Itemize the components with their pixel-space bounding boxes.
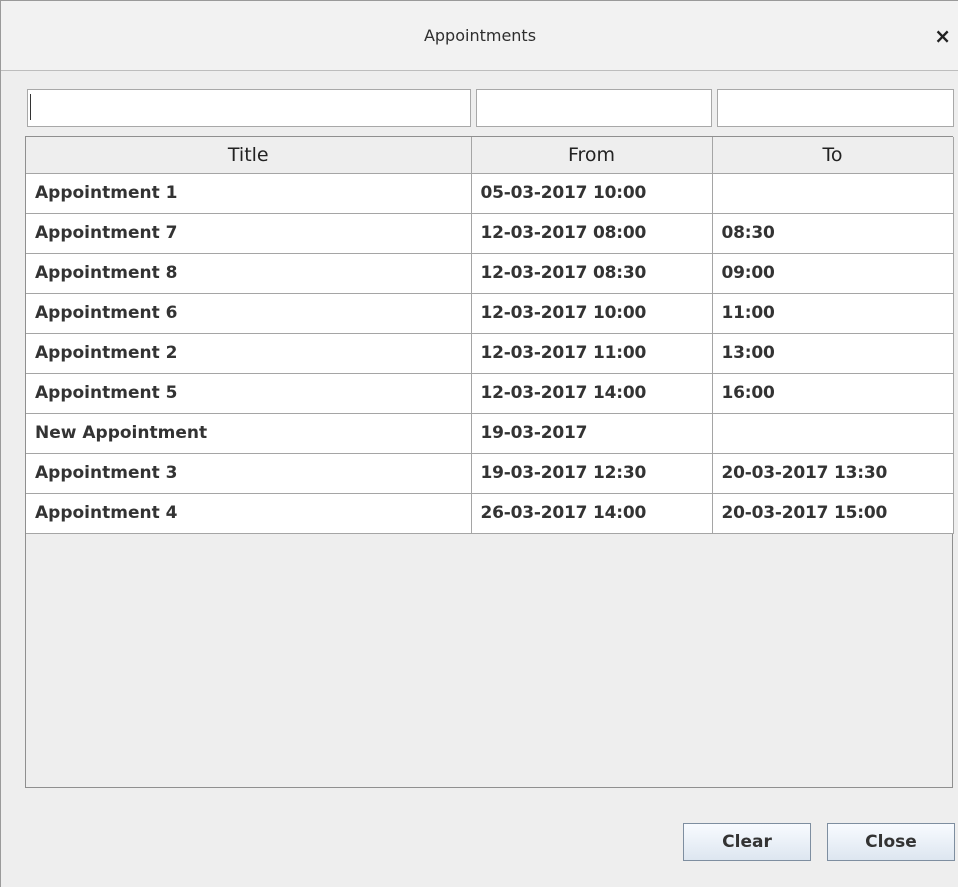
cell-from[interactable]: 12-03-2017 11:00 [471,333,713,374]
clear-button[interactable]: Clear [683,823,811,861]
text-cursor [30,94,31,120]
to-filter-input[interactable] [717,89,954,127]
cell-from[interactable]: 19-03-2017 [471,413,713,454]
cell-from[interactable]: 19-03-2017 12:30 [471,453,713,494]
cell-to[interactable]: 16:00 [712,373,954,414]
table-row[interactable]: Appointment 3 19-03-2017 12:30 20-03-201… [26,453,954,494]
close-button[interactable]: Close [827,823,955,861]
appointments-dialog: Appointments × Title From To Appointment… [0,0,958,887]
cell-title[interactable]: Appointment 6 [26,293,472,334]
appointments-table-panel[interactable]: Title From To Appointment 1 05-03-2017 1… [25,136,954,788]
cell-title[interactable]: Appointment 5 [26,373,472,414]
table-row[interactable]: Appointment 6 12-03-2017 10:00 11:00 [26,293,954,334]
column-header-from[interactable]: From [471,137,713,174]
cell-to[interactable]: 09:00 [712,253,954,294]
cell-from[interactable]: 26-03-2017 14:00 [471,493,713,534]
table-row[interactable]: Appointment 5 12-03-2017 14:00 16:00 [26,373,954,414]
table-row[interactable]: New Appointment 19-03-2017 [26,413,954,454]
table-row[interactable]: Appointment 1 05-03-2017 10:00 [26,173,954,214]
table-row[interactable]: Appointment 7 12-03-2017 08:00 08:30 [26,213,954,254]
title-bar[interactable]: Appointments × [1,1,958,71]
cell-to[interactable]: 08:30 [712,213,954,254]
cell-to[interactable] [712,173,954,214]
cell-to[interactable] [712,413,954,454]
cell-from[interactable]: 05-03-2017 10:00 [471,173,713,214]
cell-to[interactable]: 13:00 [712,333,954,374]
cell-title[interactable]: Appointment 4 [26,493,472,534]
cell-to[interactable]: 11:00 [712,293,954,334]
table-row[interactable]: Appointment 2 12-03-2017 11:00 13:00 [26,333,954,374]
column-header-to[interactable]: To [712,137,954,174]
table-header-row: Title From To [26,137,954,174]
cell-from[interactable]: 12-03-2017 14:00 [471,373,713,414]
table-row[interactable]: Appointment 8 12-03-2017 08:30 09:00 [26,253,954,294]
cell-from[interactable]: 12-03-2017 10:00 [471,293,713,334]
dialog-title: Appointments [423,26,537,45]
cell-from[interactable]: 12-03-2017 08:30 [471,253,713,294]
close-icon[interactable]: × [934,1,951,71]
column-header-title[interactable]: Title [26,137,472,174]
cell-title[interactable]: Appointment 8 [26,253,472,294]
title-filter-wrap [27,89,471,127]
table-row[interactable]: Appointment 4 26-03-2017 14:00 20-03-201… [26,493,954,534]
cell-title[interactable]: Appointment 1 [26,173,472,214]
appointments-table: Title From To Appointment 1 05-03-2017 1… [26,137,954,534]
cell-to[interactable]: 20-03-2017 13:30 [712,453,954,494]
cell-title[interactable]: New Appointment [26,413,472,454]
title-filter-input[interactable] [27,89,471,127]
from-filter-input[interactable] [476,89,712,127]
cell-title[interactable]: Appointment 2 [26,333,472,374]
cell-title[interactable]: Appointment 7 [26,213,472,254]
cell-to[interactable]: 20-03-2017 15:00 [712,493,954,534]
cell-title[interactable]: Appointment 3 [26,453,472,494]
cell-from[interactable]: 12-03-2017 08:00 [471,213,713,254]
